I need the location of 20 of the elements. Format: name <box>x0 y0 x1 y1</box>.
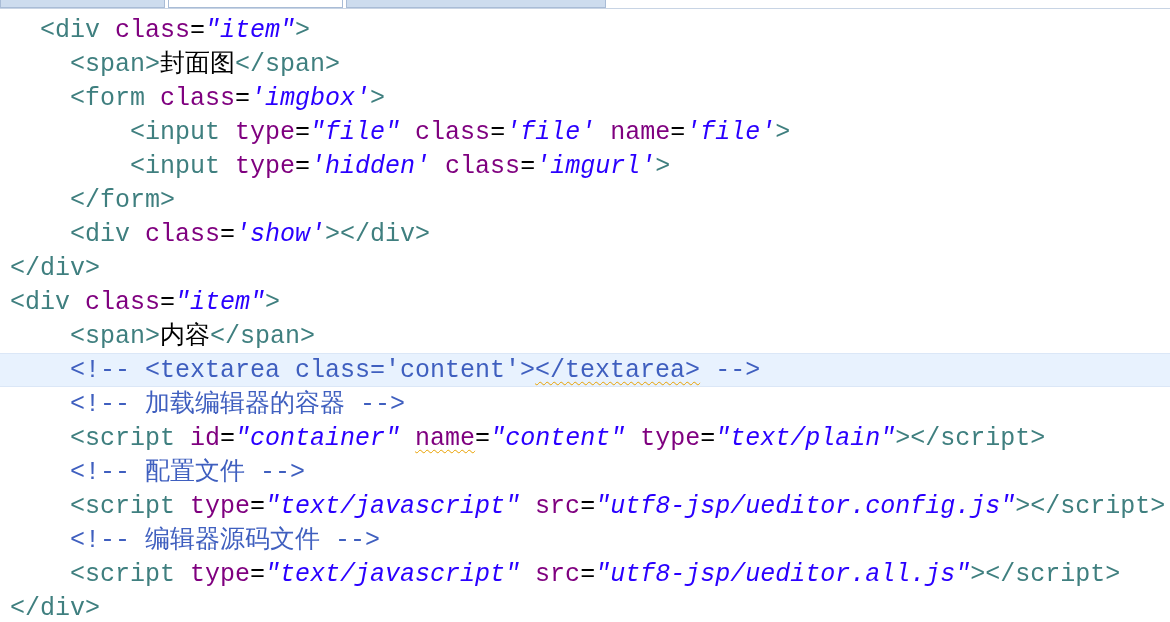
code-line: <div class="item"> <box>39 15 312 47</box>
code-line: <div class='show'></div> <box>69 219 432 251</box>
code-line: </div> <box>9 253 101 285</box>
editor-tab[interactable] <box>346 0 606 8</box>
code-line: <input type="file" class='file' name='file'> <box>129 117 792 149</box>
code-line: <span>内容</span> <box>69 321 317 353</box>
code-line: <span>封面图</span> <box>69 49 342 81</box>
code-line: <!-- 加载编辑器的容器 --> <box>69 389 407 421</box>
code-line: </form> <box>69 185 177 217</box>
code-line: <form class='imgbox'> <box>69 83 387 115</box>
code-line: <script id="container" name="content" type="text/plain"></script> <box>69 423 1047 455</box>
code-line: <!-- 编辑器源码文件 --> <box>69 525 382 557</box>
code-line: <div class="item"> <box>9 287 282 319</box>
editor-tab[interactable] <box>168 0 343 8</box>
code-line: <!-- 配置文件 --> <box>69 457 307 489</box>
editor-tab[interactable] <box>0 0 165 8</box>
code-line: <script type="text/javascript" src="utf8-jsp/ueditor.config.js"></script> <box>69 491 1167 523</box>
code-line: <input type='hidden' class='imgurl'> <box>129 151 672 183</box>
code-line: </div> <box>9 593 101 622</box>
code-line: <script type="text/javascript" src="utf8-jsp/ueditor.all.js"></script> <box>69 559 1122 591</box>
